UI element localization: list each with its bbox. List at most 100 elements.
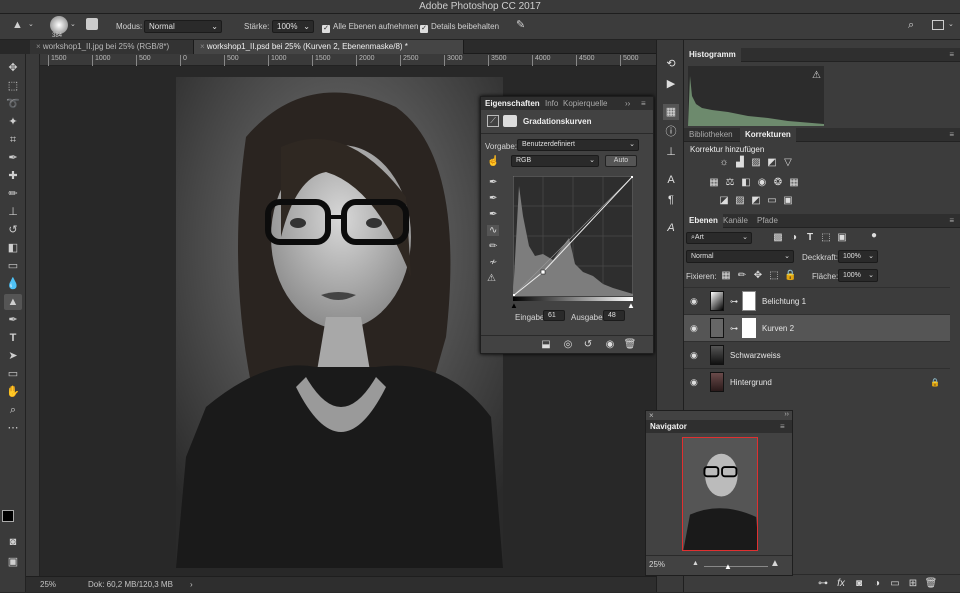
levels-icon[interactable]: ▟ — [734, 157, 746, 169]
collapse-icon[interactable]: ›› — [625, 97, 630, 110]
filter-shape-icon[interactable]: ⬚ — [820, 232, 832, 244]
layer-row[interactable]: ◉ Hintergrund 🔒 — [684, 368, 950, 395]
filter-type-icon[interactable]: T — [804, 232, 816, 244]
hue-icon[interactable]: ▦ — [708, 177, 720, 189]
target-adjust-icon[interactable]: ☝ — [487, 156, 499, 167]
tab-clone-source[interactable]: Kopierquelle — [563, 97, 607, 110]
panel-menu-icon[interactable]: ≡ — [780, 420, 785, 433]
lock-icon[interactable]: 🔒 — [930, 369, 940, 396]
more-tools-icon[interactable]: ⋯ — [4, 420, 22, 436]
fill-input[interactable]: 100% ⌄ — [838, 269, 878, 282]
character-icon[interactable]: A — [663, 172, 679, 188]
layer-row[interactable]: ◉ Schwarzweiss — [684, 341, 950, 368]
color-balance-icon[interactable]: ⚖ — [724, 177, 736, 189]
panel-menu-icon[interactable]: ≡ — [641, 97, 646, 110]
add-mask-icon[interactable]: ◙ — [852, 578, 866, 589]
brightness-icon[interactable]: ☼ — [718, 157, 730, 169]
curve-point-icon[interactable]: ∿ — [487, 225, 500, 236]
tab-adjustments[interactable]: Korrekturen — [740, 128, 796, 142]
channel-mixer-icon[interactable]: ❂ — [772, 177, 784, 189]
tab-workshop-jpg[interactable]: × workshop1_II.jpg bei 25% (RGB/8*) — [30, 40, 194, 54]
brush-tool-icon[interactable]: ✏ — [4, 186, 22, 202]
eyedropper-tool-icon[interactable]: ✒ — [4, 150, 22, 166]
pressure-icon[interactable]: ✎ — [516, 19, 525, 31]
curves-adjustment-icon[interactable]: ⟋ — [487, 115, 499, 127]
color-lookup-icon[interactable]: ▦ — [788, 177, 800, 189]
chevron-down-icon[interactable]: ⌄ — [948, 19, 954, 31]
actions-icon[interactable]: ▶ — [663, 76, 679, 92]
posterize-icon[interactable]: ▨ — [734, 195, 746, 207]
mask-icon[interactable] — [503, 115, 517, 127]
tab-histogram[interactable]: Histogramm — [684, 48, 741, 62]
layer-mask-thumb[interactable] — [742, 318, 756, 338]
link-icon[interactable]: ⊶ — [730, 315, 738, 342]
selective-color-icon[interactable]: ▣ — [782, 195, 794, 207]
dodge-tool-icon[interactable]: ▲ — [12, 19, 23, 31]
eye-icon[interactable]: ◉ — [690, 369, 698, 396]
zoom-level[interactable]: 25% — [40, 577, 56, 593]
navigator-preview[interactable] — [682, 437, 758, 551]
filter-toggle-icon[interactable]: ● — [868, 230, 880, 242]
close-icon[interactable]: × — [649, 411, 654, 420]
zoom-tool-icon[interactable]: ⌕ — [4, 402, 22, 418]
link-icon[interactable]: ⊶ — [730, 288, 738, 315]
curves-icon[interactable]: ▨ — [750, 157, 762, 169]
lock-pixels-icon[interactable]: ✏ — [736, 270, 748, 282]
filter-pixel-icon[interactable]: ▩ — [772, 232, 784, 244]
document-image[interactable] — [176, 77, 503, 568]
trash-icon[interactable]: 🗑 — [623, 339, 637, 350]
quick-mask-icon[interactable]: ◙ — [4, 534, 22, 550]
histogram-warning-icon[interactable]: ⚠ — [812, 70, 821, 81]
type-tool-icon[interactable]: T — [4, 330, 22, 346]
crop-tool-icon[interactable]: ⌗ — [4, 132, 22, 148]
clipping-warning-icon[interactable]: ⚠ — [487, 273, 496, 284]
gradient-map-icon[interactable]: ▭ — [766, 195, 778, 207]
layer-filter-select[interactable]: ⌕Art ⌄ — [686, 232, 752, 244]
eye-icon[interactable]: ◉ — [690, 342, 698, 369]
new-layer-icon[interactable]: ⊞ — [906, 578, 920, 589]
curves-graph[interactable] — [513, 176, 633, 296]
properties-icon[interactable]: ▦ — [663, 104, 679, 120]
history-brush-icon[interactable]: ↺ — [4, 222, 22, 238]
navigator-zoom[interactable]: 25% — [649, 560, 665, 569]
tab-libraries[interactable]: Bibliotheken — [684, 128, 738, 142]
tab-navigator[interactable]: Navigator — [650, 420, 687, 433]
new-adjustment-icon[interactable]: ◑ — [870, 578, 884, 589]
eye-icon[interactable]: ◉ — [690, 288, 698, 315]
blend-mode-select[interactable]: Normal ⌄ — [686, 250, 794, 263]
black-white-icon[interactable]: ◧ — [740, 177, 752, 189]
lasso-tool-icon[interactable]: ➰ — [4, 96, 22, 112]
auto-button[interactable]: Auto — [605, 155, 637, 167]
lock-all-icon[interactable]: 🔒 — [784, 270, 796, 282]
zoom-slider[interactable] — [704, 566, 768, 567]
view-previous-icon[interactable]: ◎ — [561, 339, 575, 350]
pen-tool-icon[interactable]: ✒ — [4, 312, 22, 328]
fx-icon[interactable]: fx — [834, 578, 848, 589]
eraser-tool-icon[interactable]: ◧ — [4, 240, 22, 256]
path-selection-icon[interactable]: ➤ — [4, 348, 22, 364]
foreground-color[interactable] — [2, 510, 14, 522]
workspace-icon[interactable] — [932, 20, 944, 30]
visibility-icon[interactable]: ◉ — [603, 339, 617, 350]
exposure-icon[interactable]: ◩ — [766, 157, 778, 169]
all-layers-checkbox[interactable]: ✓ Alle Ebenen aufnehmen — [322, 21, 418, 33]
search-icon[interactable]: ⌕ — [908, 19, 914, 31]
healing-brush-icon[interactable]: ✚ — [4, 168, 22, 184]
hand-tool-icon[interactable]: ✋ — [4, 384, 22, 400]
gray-point-eyedropper-icon[interactable]: ✒ — [489, 193, 497, 204]
lock-position-icon[interactable]: ✥ — [752, 270, 764, 282]
lock-transparency-icon[interactable]: ▦ — [720, 270, 732, 282]
tab-info[interactable]: Info — [545, 97, 558, 110]
input-field[interactable]: 61 — [543, 310, 565, 321]
black-slider-icon[interactable]: ▲ — [510, 301, 518, 310]
zoom-in-icon[interactable]: ▲ — [770, 558, 780, 569]
tab-paths[interactable]: Pfade — [752, 214, 783, 228]
smooth-icon[interactable]: ≁ — [489, 257, 497, 268]
channel-select[interactable]: RGB ⌄ — [511, 155, 599, 167]
zoom-out-icon[interactable]: ▲ — [692, 560, 699, 567]
new-group-icon[interactable]: ▭ — [888, 578, 902, 589]
layer-row[interactable]: ◉ ⊶ Kurven 2 — [684, 314, 950, 341]
invert-icon[interactable]: ◪ — [718, 195, 730, 207]
eye-icon[interactable]: ◉ — [690, 315, 698, 342]
screen-mode-icon[interactable]: ▣ — [4, 554, 22, 570]
